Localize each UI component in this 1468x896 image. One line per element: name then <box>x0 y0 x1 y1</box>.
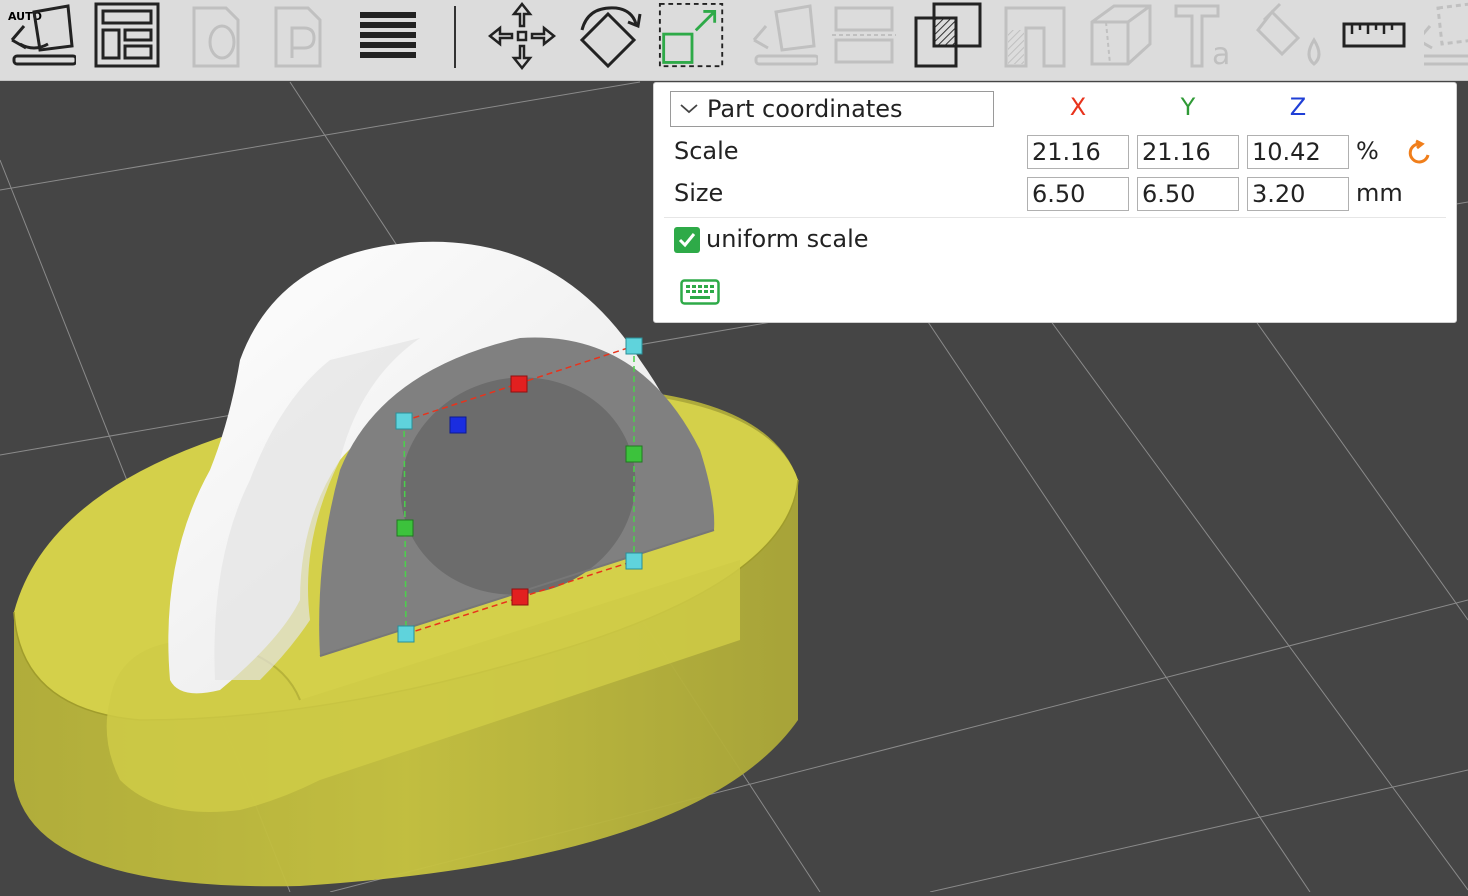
seam-paint-button[interactable] <box>1084 0 1156 72</box>
auto-orient-icon: AUTO <box>8 4 76 66</box>
support-paint-button[interactable] <box>1000 0 1072 72</box>
scale-button[interactable] <box>658 1 726 71</box>
uniform-scale-label: uniform scale <box>706 225 869 253</box>
assembly-button[interactable] <box>1424 0 1468 72</box>
lay-on-face-icon <box>752 4 818 66</box>
scale-handle-corner[interactable] <box>625 337 643 355</box>
rotate-button[interactable] <box>572 0 644 72</box>
auto-orient-button[interactable]: AUTO <box>4 0 76 72</box>
reset-scale-button[interactable] <box>1406 139 1434 167</box>
measure-button[interactable] <box>1338 0 1410 72</box>
scale-icon <box>658 2 724 68</box>
checkmark-icon <box>678 233 696 248</box>
support-paint-icon <box>1004 6 1066 68</box>
seam-paint-icon <box>1090 4 1152 66</box>
axis-header-y: Y <box>1180 93 1196 121</box>
coordinate-system-select[interactable]: Part coordinates <box>670 91 994 127</box>
keyboard-button[interactable] <box>680 279 720 305</box>
orient-icon <box>192 6 240 68</box>
uniform-scale-checkbox[interactable] <box>674 227 700 253</box>
cut-icon <box>832 6 896 64</box>
text-icon: a <box>1174 4 1230 72</box>
scale-handle-z[interactable] <box>449 416 467 434</box>
scale-handle-corner[interactable] <box>395 412 413 430</box>
size-y-input[interactable]: 6.50 <box>1137 177 1239 211</box>
place-button[interactable] <box>268 0 340 72</box>
scale-y-input[interactable]: 21.16 <box>1137 135 1239 169</box>
cut-button[interactable] <box>828 0 900 72</box>
keyboard-icon <box>680 279 720 305</box>
scale-panel: Part coordinates X Y Z Scale 21.16 21.16… <box>653 82 1457 323</box>
arrange-button[interactable] <box>92 0 164 72</box>
scale-handle-corner[interactable] <box>397 625 415 643</box>
color-paint-button[interactable] <box>1254 0 1326 72</box>
layers-button[interactable] <box>352 0 424 72</box>
move-icon <box>487 1 557 71</box>
layers-icon <box>360 12 416 58</box>
scale-handle-y[interactable] <box>625 445 643 463</box>
boolean-icon <box>914 2 982 68</box>
lay-on-face-button[interactable] <box>746 0 818 72</box>
scale-handle-x[interactable] <box>511 588 529 606</box>
measure-icon <box>1342 22 1406 48</box>
text-button[interactable]: a <box>1168 0 1240 72</box>
color-paint-icon <box>1256 2 1321 66</box>
move-button[interactable] <box>486 0 558 72</box>
svg-text:a: a <box>1212 37 1230 72</box>
size-label: Size <box>674 179 724 207</box>
size-z-input[interactable]: 3.20 <box>1247 177 1349 211</box>
axis-header-x: X <box>1069 93 1087 121</box>
scale-handle-corner[interactable] <box>625 552 643 570</box>
toolbar-separator <box>454 6 456 68</box>
size-x-input[interactable]: 6.50 <box>1027 177 1129 211</box>
place-icon <box>274 6 322 68</box>
rotate-icon <box>579 6 642 69</box>
arrange-icon <box>94 2 160 68</box>
scale-handle-y[interactable] <box>396 519 414 537</box>
scale-handle-x[interactable] <box>510 375 528 393</box>
reset-icon <box>1408 139 1430 164</box>
axis-header-z: Z <box>1289 93 1307 121</box>
scale-x-input[interactable]: 21.16 <box>1027 135 1129 169</box>
scale-unit: % <box>1356 137 1379 165</box>
chevron-down-icon <box>671 103 707 115</box>
coordinate-system-value: Part coordinates <box>707 95 903 123</box>
scale-z-input[interactable]: 10.42 <box>1247 135 1349 169</box>
orient-button[interactable] <box>186 0 258 72</box>
boolean-button[interactable] <box>912 0 984 72</box>
scale-label: Scale <box>674 137 739 165</box>
panel-divider <box>664 217 1446 218</box>
assembly-icon <box>1424 2 1468 66</box>
toolbar: AUTO a <box>0 0 1468 81</box>
size-unit: mm <box>1356 179 1403 207</box>
